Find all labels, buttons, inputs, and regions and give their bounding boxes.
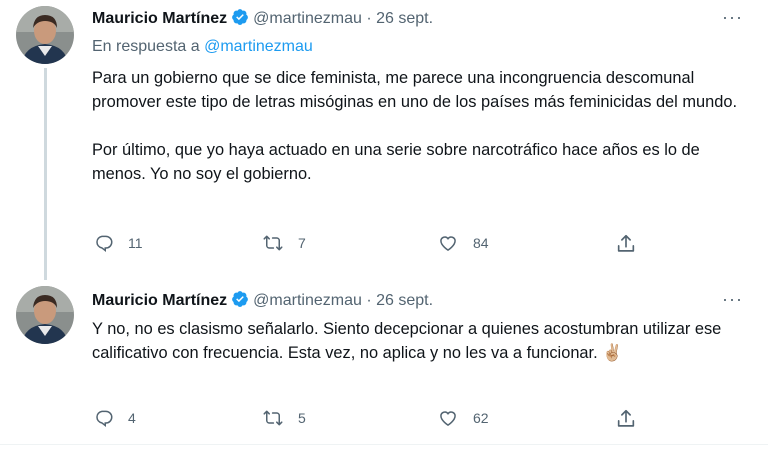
tweet-date[interactable]: 26 sept. [376,292,433,309]
divider [0,444,768,445]
like-count: 62 [473,410,489,426]
separator-dot: · [366,10,372,27]
author-name[interactable]: Mauricio Martínez [92,292,227,309]
like-icon [440,236,456,251]
author-name[interactable]: Mauricio Martínez [92,10,227,27]
share-button[interactable] [615,233,637,255]
retweet-icon [263,410,283,426]
tweet-paragraph: Por último, que yo haya actuado en una s… [92,141,700,183]
reply-prefix: En respuesta a [92,38,200,55]
tweet-actions: 4 5 62 [92,408,652,432]
reply-context: En respuesta a @martinezmau [92,37,313,57]
tweet-date[interactable]: 26 sept. [376,10,433,27]
tweet-actions: 11 7 84 [92,233,652,257]
reply-button[interactable]: 4 [94,408,136,428]
more-icon[interactable]: ··· [722,290,743,308]
like-button[interactable]: 62 [437,408,489,428]
tweet-2[interactable]: Mauricio Martínez @martinezmau · 26 sept.… [0,280,768,444]
retweet-button[interactable]: 5 [262,408,306,428]
verified-badge-icon [231,8,249,32]
author-handle[interactable]: @martinezmau [253,10,362,27]
separator-dot: · [366,292,372,309]
reply-to-handle-link[interactable]: @martinezmau [204,38,313,55]
like-button[interactable]: 84 [437,233,489,253]
verified-badge-icon [231,290,249,314]
like-count: 84 [473,235,489,251]
avatar[interactable] [16,6,74,64]
author-handle[interactable]: @martinezmau [253,292,362,309]
tweet-paragraph: Para un gobierno que se dice feminista, … [92,69,738,111]
tweet-header: Mauricio Martínez @martinezmau · 26 sept. [92,290,433,314]
tweet-paragraph: Y no, no es clasismo señalarlo. Siento d… [92,320,722,362]
share-icon [617,409,635,427]
more-icon[interactable]: ··· [722,8,743,26]
tweet-text: Y no, no es clasismo señalarlo. Siento d… [92,317,752,365]
tweet-text: Para un gobierno que se dice feminista, … [92,66,752,186]
retweet-count: 5 [298,410,306,426]
reply-count: 11 [128,235,143,251]
retweet-count: 7 [298,235,306,251]
share-button[interactable] [615,408,637,430]
reply-icon [96,235,113,253]
like-icon [440,411,456,426]
retweet-button[interactable]: 7 [262,233,306,253]
share-icon [617,234,635,252]
reply-button[interactable]: 11 [94,233,143,253]
reply-icon [96,410,113,428]
thread-line [44,68,47,280]
reply-count: 4 [128,410,136,426]
retweet-icon [263,235,283,251]
tweet-header: Mauricio Martínez @martinezmau · 26 sept. [92,8,433,32]
tweet-1[interactable]: Mauricio Martínez @martinezmau · 26 sept.… [0,0,768,280]
avatar[interactable] [16,286,74,344]
